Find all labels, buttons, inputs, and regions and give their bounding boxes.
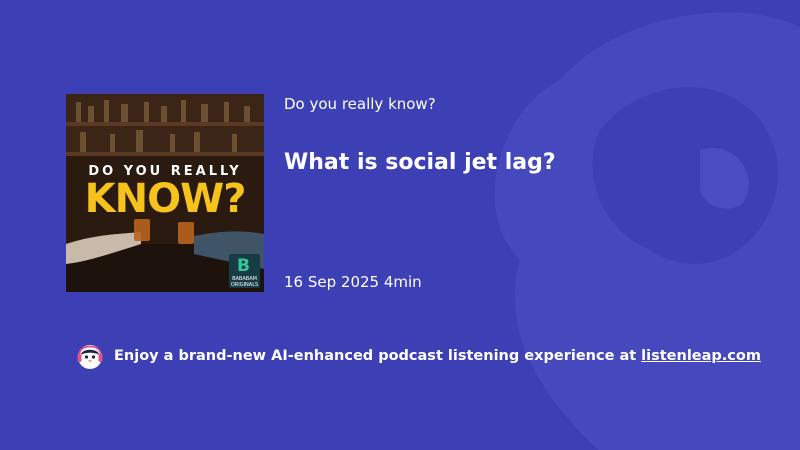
show-title[interactable]: Do you really know?: [284, 95, 436, 113]
episode-title: What is social jet lag?: [284, 150, 556, 175]
penguin-headphones-icon: [77, 345, 103, 369]
episode-duration: 4min: [383, 273, 422, 291]
episode-meta: 16 Sep 2025 4min: [284, 273, 422, 291]
publisher-badge-text: BABABAM ORIGINALS: [230, 276, 259, 288]
promo-footer: Enjoy a brand-new AI-enhanced podcast li…: [76, 342, 761, 370]
publisher-badge: B BABABAM ORIGINALS: [229, 254, 260, 288]
cover-title-line2: KNOW?: [84, 176, 247, 222]
podcast-cover-art[interactable]: DO YOU REALLY KNOW? B BABABAM ORIGINALS: [66, 94, 264, 292]
promo-text: Enjoy a brand-new AI-enhanced podcast li…: [114, 348, 761, 364]
listenleap-link[interactable]: listenleap.com: [641, 348, 761, 364]
publisher-logo-icon: B: [237, 256, 250, 276]
episode-date: 16 Sep 2025: [284, 273, 380, 291]
